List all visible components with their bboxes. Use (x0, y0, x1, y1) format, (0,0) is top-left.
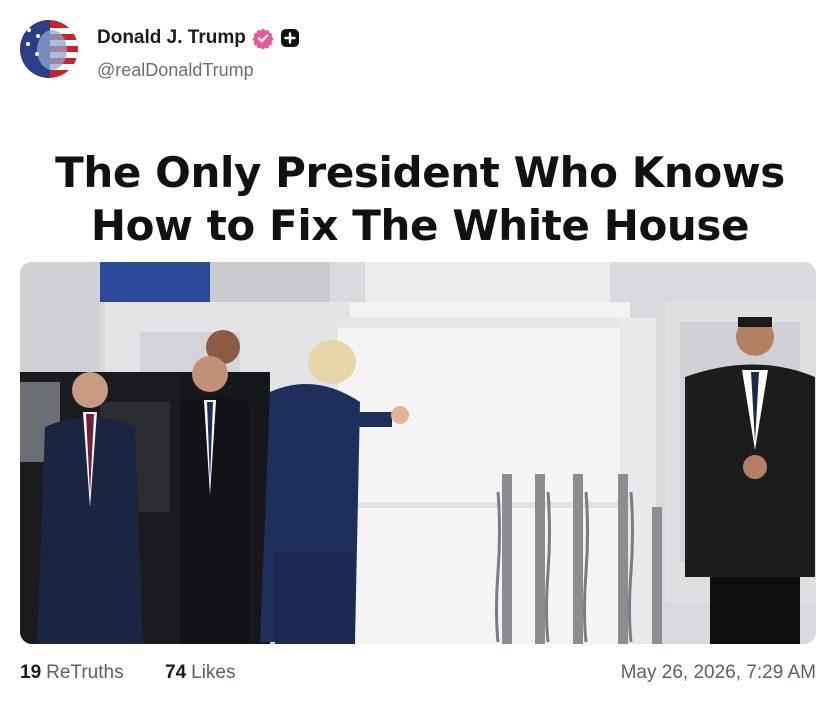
retruths-stat[interactable]: 19 ReTruths (20, 662, 124, 684)
likes-label: Likes (191, 662, 236, 683)
verified-badge-icon (252, 27, 274, 50)
post-image[interactable] (20, 262, 816, 644)
post-headline: The Only President Who Knows How to Fix … (20, 146, 820, 252)
author-display-name[interactable]: Donald J. Trump (97, 27, 246, 49)
likes-stat[interactable]: 74 Likes (165, 662, 236, 684)
retruths-count: 19 (20, 662, 42, 683)
avatar[interactable] (20, 20, 78, 78)
plus-badge-icon (280, 28, 300, 48)
headline-line-2: How to Fix The White House (90, 201, 750, 250)
headline-line-1: The Only President Who Knows (55, 148, 785, 197)
author-name-row: Donald J. Trump (97, 26, 300, 50)
post-footer: 19 ReTruths 74 Likes May 26, 2026, 7:29 AM (20, 660, 816, 688)
post-header: Donald J. Trump @realDonaldTrump (20, 20, 820, 82)
author-handle[interactable]: @realDonaldTrump (97, 60, 254, 81)
retruths-label: ReTruths (46, 662, 124, 683)
post-timestamp[interactable]: May 26, 2026, 7:29 AM (621, 662, 816, 684)
likes-count: 74 (165, 662, 187, 683)
